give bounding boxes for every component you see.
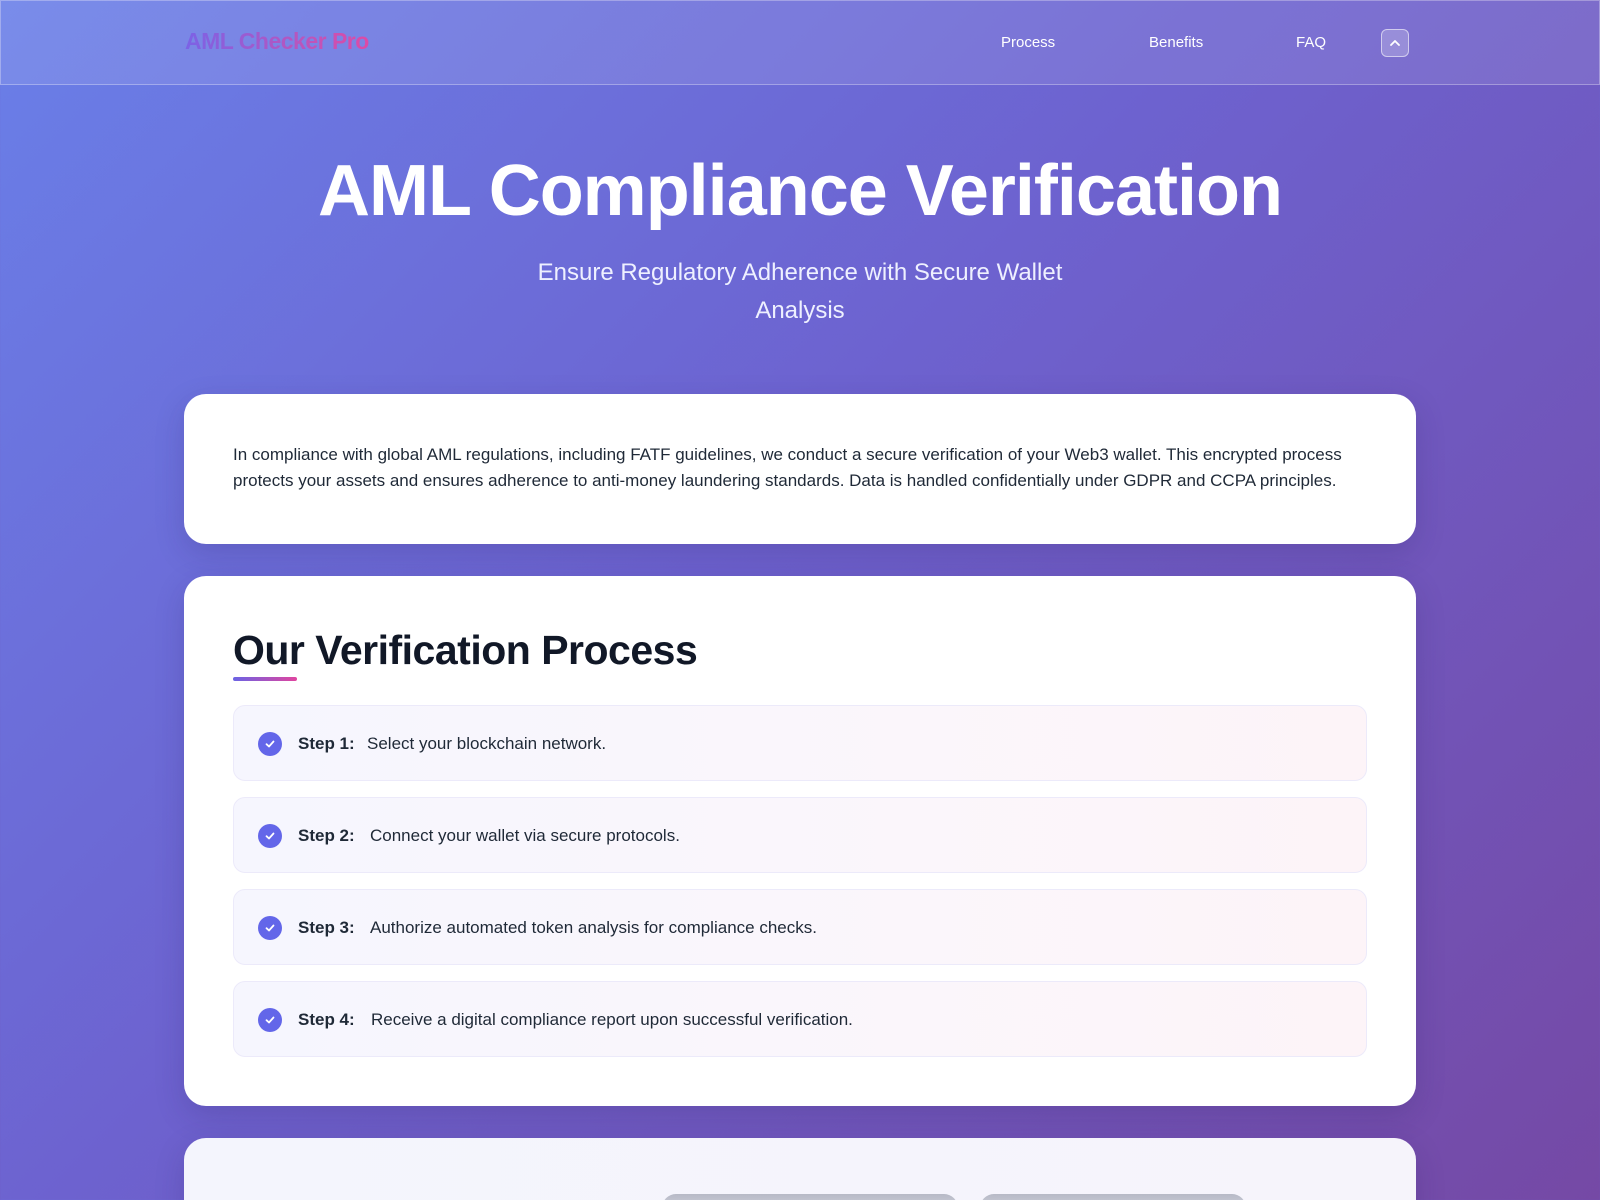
nav-link-process[interactable]: Process — [1001, 34, 1055, 51]
benefits-card — [184, 1138, 1416, 1200]
process-step: Step 2: Connect your wallet via secure p… — [233, 797, 1367, 873]
check-circle-icon — [258, 916, 282, 940]
process-step: Step 3: Authorize automated token analys… — [233, 889, 1367, 965]
check-circle-icon — [258, 1008, 282, 1032]
benefit-tab[interactable] — [662, 1194, 958, 1200]
nav-link-faq[interactable]: FAQ — [1296, 34, 1326, 51]
check-circle-icon — [258, 732, 282, 756]
scroll-top-button[interactable] — [1381, 29, 1409, 57]
step-label: Step 4: — [298, 1010, 355, 1029]
step-text: Authorize automated token analysis for c… — [370, 918, 817, 937]
step-label: Step 1: — [298, 734, 355, 753]
hero-title: AML Compliance Verification — [318, 151, 1283, 231]
check-circle-icon — [258, 824, 282, 848]
intro-card: In compliance with global AML regulation… — [184, 394, 1416, 544]
step-text: Select your blockchain network. — [367, 734, 607, 753]
top-navbar: AML Checker Pro Process Benefits FAQ — [0, 0, 1600, 85]
process-step: Step 1: Select your blockchain network. — [233, 705, 1367, 781]
hero-subtitle: Ensure Regulatory Adherence with Secure … — [537, 259, 1063, 324]
section-title: Our Verification Process — [233, 627, 698, 673]
step-label: Step 2: — [298, 826, 355, 845]
intro-text: In compliance with global AML regulation… — [233, 445, 1342, 490]
process-card: Our Verification Process Step 1: Select … — [184, 576, 1416, 1106]
step-text: Receive a digital compliance report upon… — [371, 1010, 853, 1029]
nav-link-benefits[interactable]: Benefits — [1149, 34, 1203, 51]
process-step: Step 4: Receive a digital compliance rep… — [233, 981, 1367, 1057]
title-underline — [233, 677, 297, 681]
benefit-tab[interactable] — [980, 1194, 1246, 1200]
step-text: Connect your wallet via secure protocols… — [370, 826, 680, 845]
step-label: Step 3: — [298, 918, 355, 937]
chevron-up-icon — [1390, 40, 1400, 46]
brand-logo[interactable]: AML Checker Pro — [185, 28, 369, 55]
